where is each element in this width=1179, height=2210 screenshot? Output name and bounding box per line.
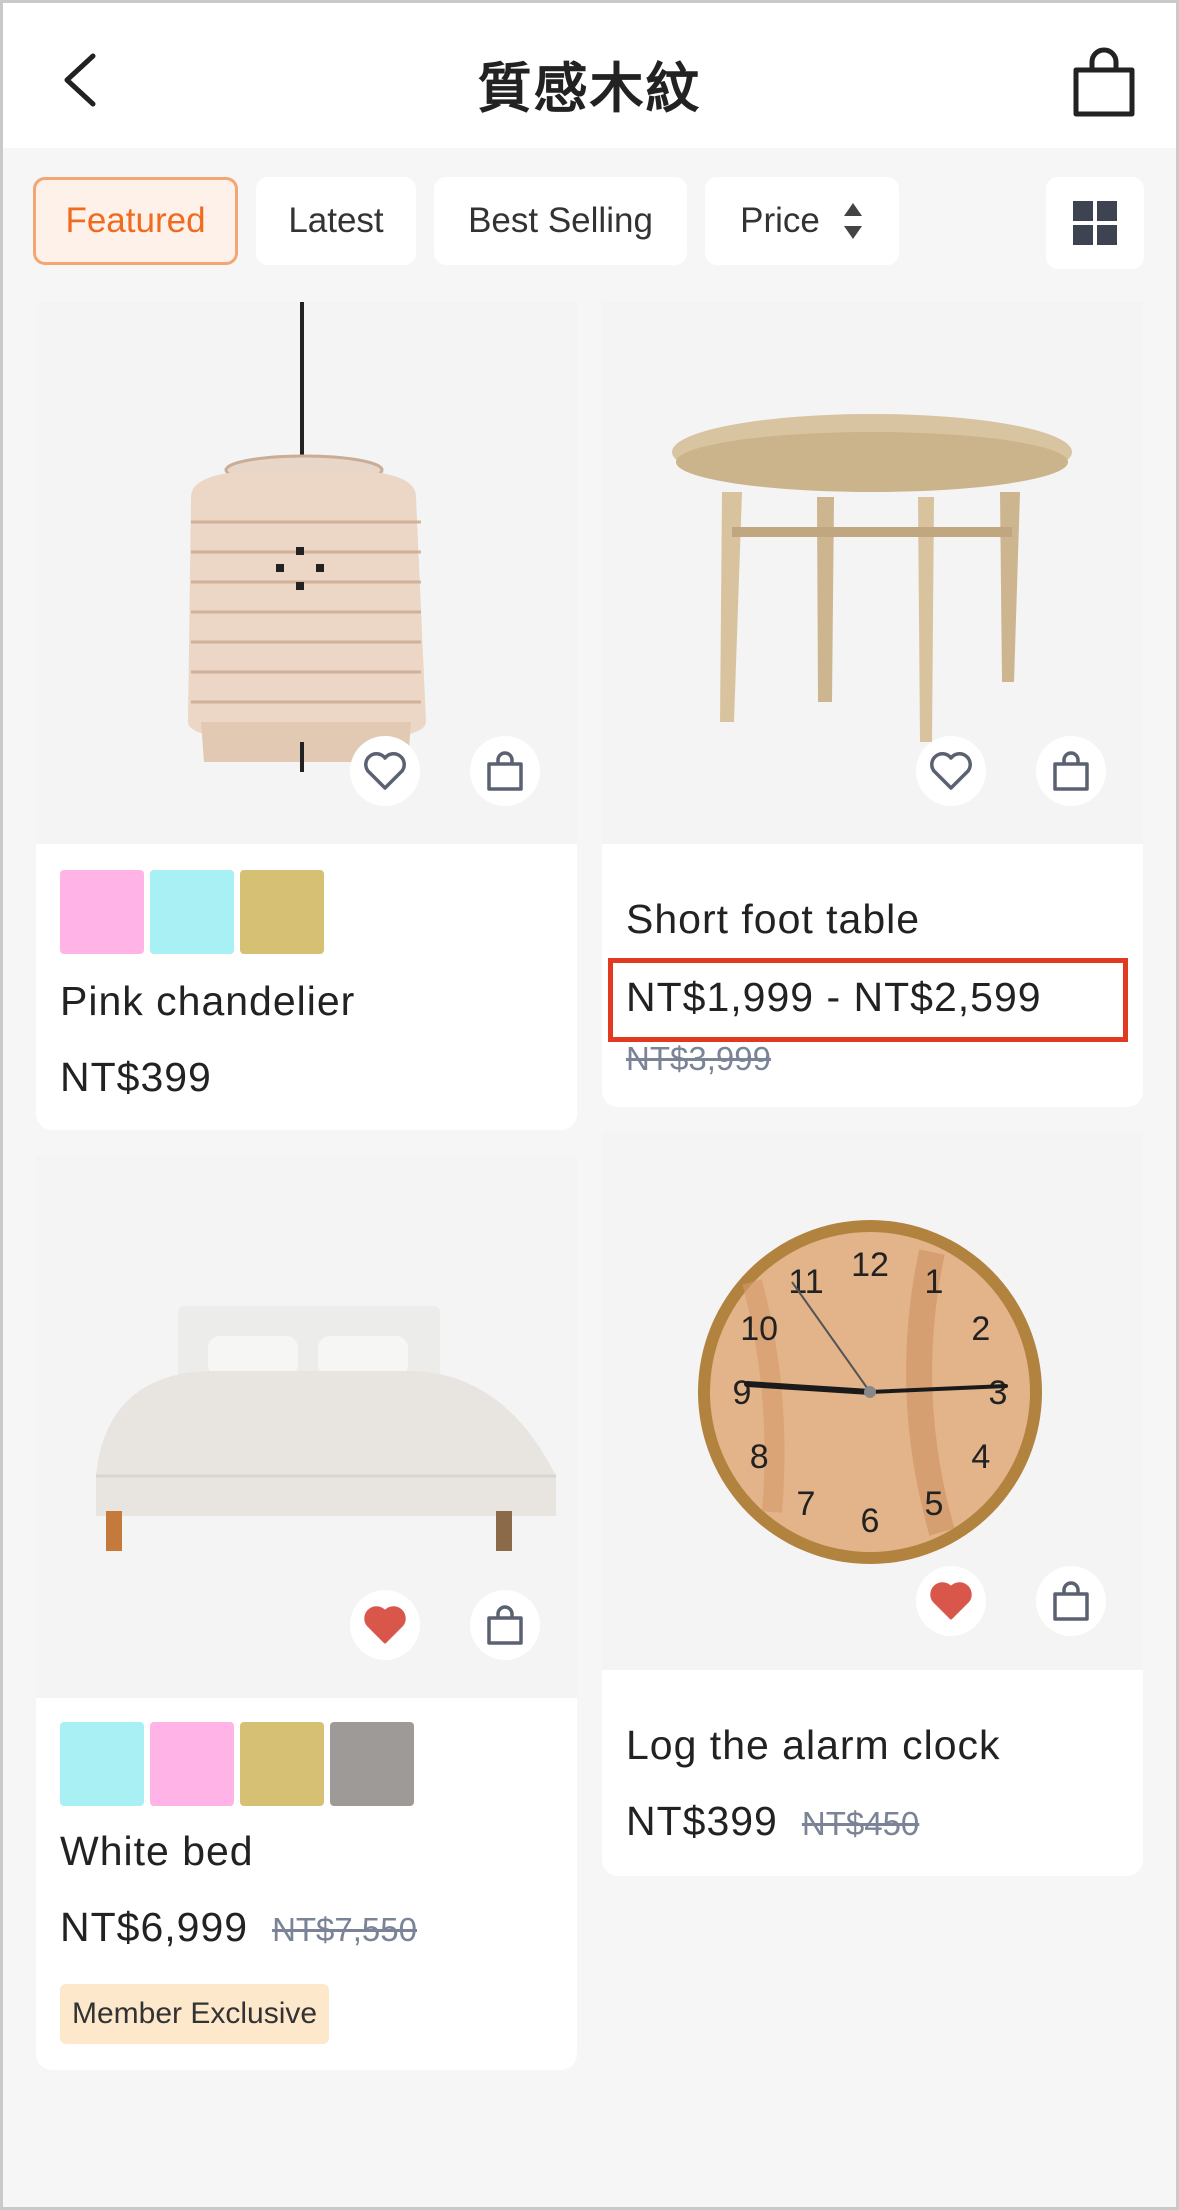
product-card-white-bed[interactable]: White bed NT$6,999 NT$7,550 Member Exclu… [36, 1156, 577, 2070]
favorite-button[interactable] [916, 736, 986, 806]
cart-button[interactable] [1070, 46, 1138, 118]
filter-price[interactable]: Price [705, 177, 899, 265]
top-app-bar: 質感木紋 [0, 0, 1179, 148]
color-swatch-cyan[interactable] [60, 1722, 144, 1806]
color-swatches [60, 870, 324, 954]
product-card-short-foot-table[interactable]: Short foot table NT$1,999 - NT$2,599 NT$… [602, 302, 1143, 1107]
product-name[interactable]: White bed [60, 1828, 254, 1875]
clock-numeral: 4 [971, 1438, 990, 1476]
product-old-price: NT$7,550 [272, 1911, 417, 1948]
product-image[interactable]: 12 1 2 3 4 5 6 7 8 9 10 11 [602, 1132, 1143, 1670]
product-info: White bed NT$6,999 NT$7,550 Member Exclu… [36, 1698, 577, 2070]
member-exclusive-badge: Member Exclusive [60, 1984, 330, 2044]
filter-best-selling[interactable]: Best Selling [434, 177, 687, 265]
add-to-cart-button[interactable] [1036, 736, 1106, 806]
shopping-bag-icon [1053, 751, 1089, 791]
clock-numeral: 5 [925, 1485, 944, 1523]
clock-numeral: 2 [971, 1310, 990, 1348]
filter-featured[interactable]: Featured [33, 177, 238, 265]
add-to-cart-button[interactable] [470, 736, 540, 806]
product-old-price: NT$3,999 [626, 1040, 771, 1077]
add-to-cart-button[interactable] [1036, 1566, 1106, 1636]
clock-numeral: 12 [851, 1246, 889, 1284]
product-name[interactable]: Pink chandelier [60, 978, 355, 1025]
product-image[interactable] [36, 302, 577, 844]
sort-arrows-icon [843, 203, 862, 239]
color-swatch-pink[interactable] [150, 1722, 234, 1806]
clock-numeral: 8 [750, 1438, 769, 1476]
heart-filled-icon [364, 1606, 406, 1644]
product-price: NT$399 [626, 1798, 778, 1844]
favorite-button[interactable] [350, 1590, 420, 1660]
heart-filled-icon [930, 1582, 972, 1620]
color-swatch-gray[interactable] [330, 1722, 414, 1806]
grid-view-icon [1073, 201, 1117, 245]
color-swatch-gold[interactable] [240, 870, 324, 954]
price-row: NT$1,999 - NT$2,599 [626, 974, 1042, 1021]
grid-view-toggle[interactable] [1046, 177, 1144, 269]
product-info: Pink chandelier NT$399 [36, 844, 577, 1130]
price-row: NT$399 NT$450 [626, 1798, 919, 1845]
product-image[interactable] [36, 1156, 577, 1698]
filter-latest[interactable]: Latest [256, 177, 416, 265]
color-swatch-pink[interactable] [60, 870, 144, 954]
product-name[interactable]: Log the alarm clock [626, 1722, 1001, 1769]
clock-numeral: 3 [989, 1374, 1008, 1412]
clock-numeral: 11 [788, 1263, 823, 1301]
product-old-price: NT$450 [801, 1805, 920, 1842]
heart-outline-icon [364, 752, 406, 790]
price-row: NT$399 [60, 1054, 212, 1101]
favorite-button[interactable] [350, 736, 420, 806]
product-card-pink-chandelier[interactable]: Pink chandelier NT$399 [36, 302, 577, 1130]
product-info: Short foot table NT$1,999 - NT$2,599 NT$… [602, 844, 1143, 1107]
shopping-bag-icon [487, 751, 523, 791]
favorite-button[interactable] [916, 1566, 986, 1636]
product-price: NT$1,999 - NT$2,599 [626, 974, 1042, 1020]
page-title: 質感木紋 [477, 57, 702, 120]
clock-numeral: 9 [733, 1374, 752, 1412]
heart-outline-icon [930, 752, 972, 790]
shopping-bag-icon [487, 1605, 523, 1645]
color-swatch-gold[interactable] [240, 1722, 324, 1806]
product-image[interactable] [602, 302, 1143, 844]
add-to-cart-button[interactable] [470, 1590, 540, 1660]
product-price: NT$399 [60, 1054, 212, 1100]
color-swatches [60, 1722, 414, 1806]
clock-numeral: 7 [797, 1485, 816, 1523]
product-info: Log the alarm clock NT$399 NT$450 [602, 1670, 1143, 1876]
product-name[interactable]: Short foot table [626, 896, 920, 943]
shopping-bag-icon [1073, 47, 1135, 117]
clock-numeral: 10 [740, 1310, 778, 1348]
filter-price-label: Price [740, 201, 820, 240]
clock-numeral: 1 [925, 1263, 944, 1301]
color-swatch-cyan[interactable] [150, 870, 234, 954]
shopping-bag-icon [1053, 1581, 1089, 1621]
clock-numeral: 6 [861, 1502, 880, 1540]
price-row: NT$6,999 NT$7,550 [60, 1904, 417, 1951]
product-card-log-alarm-clock[interactable]: 12 1 2 3 4 5 6 7 8 9 10 11 Log the alarm clock NT$3… [602, 1132, 1143, 1876]
old-price-row: NT$3,999 [626, 1040, 771, 1078]
product-price: NT$6,999 [60, 1904, 249, 1950]
